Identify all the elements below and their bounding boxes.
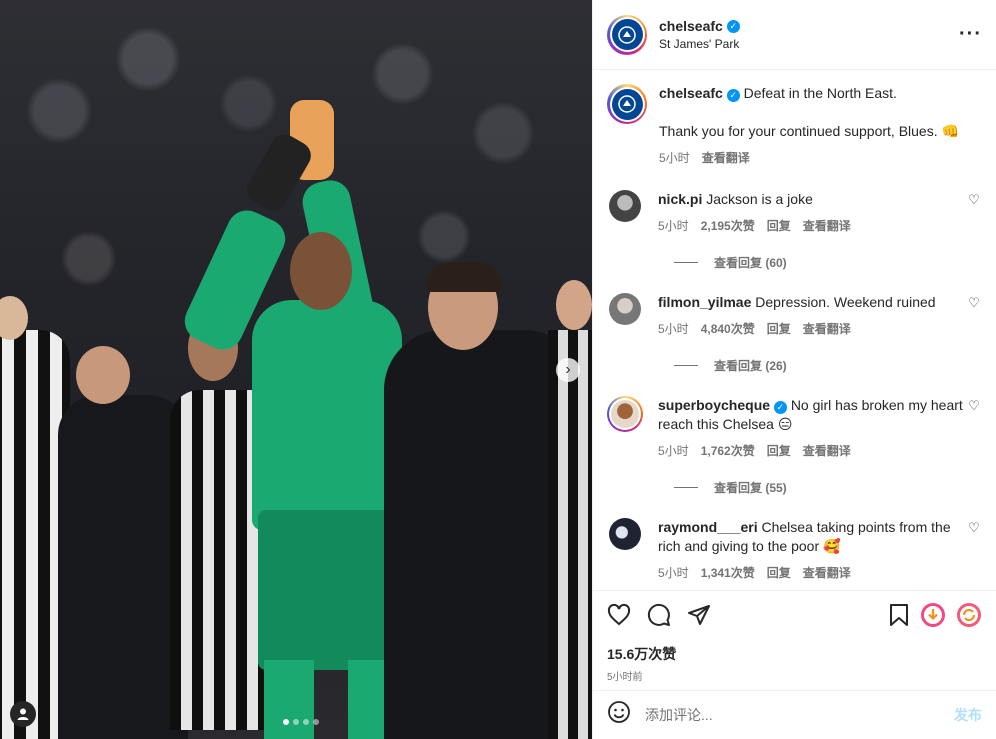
caption-time[interactable]: 5小时	[659, 149, 690, 168]
post-photo: ›	[0, 0, 592, 739]
add-comment-bar: 发布	[593, 690, 996, 739]
view-replies-button[interactable]: 查看回复 (26)	[674, 357, 982, 374]
like-comment-button[interactable]: ♡	[966, 398, 982, 461]
comment-item: raymond___eri Chelsea taking points from…	[607, 518, 982, 583]
like-button[interactable]	[607, 603, 631, 632]
translate-button[interactable]: 查看翻译	[702, 149, 750, 168]
posted-time[interactable]: 5小时前	[607, 668, 982, 683]
heart-icon: ♡	[968, 398, 980, 413]
comment-item: superboycheque ✓ No girl has broken my h…	[607, 396, 982, 461]
like-comment-button[interactable]: ♡	[966, 520, 982, 583]
chelsea-crest-icon	[611, 19, 643, 50]
comment-username[interactable]: nick.pi	[658, 191, 702, 207]
view-replies-label: 查看回复 (55)	[714, 481, 787, 495]
view-replies-button[interactable]: 查看回复 (60)	[674, 254, 982, 271]
comment-likes[interactable]: 4,840次赞	[701, 320, 755, 339]
heart-icon: ♡	[968, 192, 980, 207]
comments-section[interactable]: chelseafc ✓ Defeat in the North East. Th…	[593, 70, 996, 590]
emoji-icon	[608, 701, 630, 723]
comment-item: nick.pi Jackson is a joke 5小时 2,195次赞 回复…	[607, 190, 982, 236]
heart-icon: ♡	[968, 295, 980, 310]
carousel-dot	[283, 719, 289, 725]
heart-icon	[607, 603, 631, 625]
caption-text-line2: Thank you for your continued support, Bl…	[659, 123, 959, 139]
comment-text: Jackson is a joke	[706, 191, 813, 207]
avatar[interactable]	[607, 396, 643, 432]
verified-badge-icon: ✓	[726, 89, 740, 102]
comment-username[interactable]: superboycheque	[658, 397, 770, 413]
carousel-dots	[283, 719, 319, 725]
comment-item: filmon_yilmae Depression. Weekend ruined…	[607, 293, 982, 339]
post-comment-button[interactable]: 发布	[954, 705, 982, 725]
repost-icon	[957, 602, 981, 627]
reply-button[interactable]: 回复	[767, 217, 791, 236]
avatar[interactable]	[607, 14, 647, 55]
comment-time[interactable]: 5小时	[658, 217, 689, 236]
verified-badge-icon: ✓	[726, 19, 740, 33]
translate-button[interactable]: 查看翻译	[803, 442, 851, 461]
carousel-dot	[313, 719, 319, 725]
comment-button[interactable]	[647, 603, 671, 632]
comment-input[interactable]	[645, 707, 954, 723]
comment-icon	[647, 603, 670, 626]
carousel-dot	[293, 719, 299, 725]
save-button[interactable]	[888, 603, 910, 632]
user-icon	[17, 708, 29, 720]
like-comment-button[interactable]: ♡	[966, 192, 982, 236]
avatar[interactable]	[609, 293, 641, 325]
avatar[interactable]	[609, 518, 641, 550]
chevron-right-icon: ›	[565, 361, 571, 378]
comment-username[interactable]: filmon_yilmae	[658, 294, 751, 310]
heart-icon: ♡	[968, 520, 980, 535]
post-location[interactable]: St James' Park	[659, 37, 959, 51]
caption-username[interactable]: chelseafc	[659, 85, 723, 101]
post-header: chelseafc ✓ St James' Park ···	[593, 0, 996, 70]
comment-username[interactable]: raymond___eri	[658, 519, 758, 535]
send-icon	[688, 604, 710, 625]
reply-button[interactable]: 回复	[767, 564, 791, 583]
verified-badge-icon: ✓	[773, 401, 787, 414]
repost-extension-button[interactable]	[956, 602, 982, 633]
comment-likes[interactable]: 1,341次赞	[701, 564, 755, 583]
download-icon	[921, 602, 945, 627]
view-replies-button[interactable]: 查看回复 (55)	[674, 479, 982, 496]
comment-time[interactable]: 5小时	[658, 564, 689, 583]
comment-likes[interactable]: 2,195次赞	[701, 217, 755, 236]
reply-button[interactable]: 回复	[767, 320, 791, 339]
emoji-button[interactable]	[607, 700, 631, 730]
post-actions: 15.6万次赞 5小时前	[593, 590, 996, 690]
caption: chelseafc ✓ Defeat in the North East. Th…	[607, 84, 982, 168]
tagged-users-button[interactable]	[10, 701, 36, 727]
comment-likes[interactable]: 1,762次赞	[701, 442, 755, 461]
goalkeeper	[252, 300, 402, 530]
comment-time[interactable]: 5小时	[658, 320, 689, 339]
translate-button[interactable]: 查看翻译	[803, 564, 851, 583]
download-extension-button[interactable]	[920, 602, 946, 633]
view-replies-label: 查看回复 (60)	[714, 256, 787, 270]
post-panel: chelseafc ✓ St James' Park ··· chelseafc…	[592, 0, 996, 739]
carousel-dot	[303, 719, 309, 725]
view-replies-label: 查看回复 (26)	[714, 359, 787, 373]
more-options-button[interactable]: ···	[959, 23, 982, 46]
carousel-next-button[interactable]: ›	[556, 358, 580, 382]
translate-button[interactable]: 查看翻译	[803, 217, 851, 236]
avatar[interactable]	[607, 84, 647, 124]
post-username[interactable]: chelseafc	[659, 18, 723, 34]
caption-text-line1: Defeat in the North East.	[743, 85, 897, 101]
chelsea-crest-icon	[611, 88, 643, 120]
staff-left	[58, 395, 188, 739]
comment-time[interactable]: 5小时	[658, 442, 689, 461]
like-comment-button[interactable]: ♡	[966, 295, 982, 339]
avatar[interactable]	[609, 190, 641, 222]
translate-button[interactable]: 查看翻译	[803, 320, 851, 339]
comment-text: Depression. Weekend ruined	[755, 294, 936, 310]
likes-count[interactable]: 15.6万次赞	[607, 644, 982, 664]
more-horizontal-icon: ···	[959, 23, 982, 45]
reply-button[interactable]: 回复	[767, 442, 791, 461]
bookmark-icon	[890, 603, 908, 626]
share-button[interactable]	[687, 603, 711, 632]
